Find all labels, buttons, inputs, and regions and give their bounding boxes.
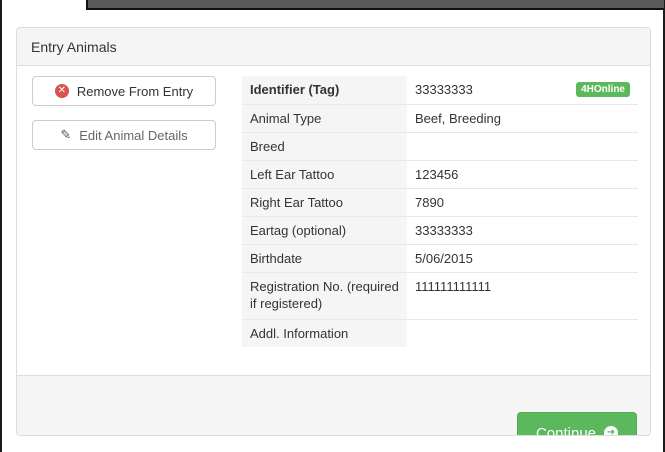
row-label: Registration No. (required if registered… (242, 271, 407, 319)
row-value: 7890 (407, 187, 638, 216)
row-value (407, 131, 638, 160)
table-row: Breed (242, 131, 638, 160)
table-row: Registration No. (required if registered… (242, 271, 638, 319)
row-label: Birthdate (242, 243, 407, 272)
table-row: Animal Type Beef, Breeding (242, 103, 638, 132)
row-label: Left Ear Tattoo (242, 159, 407, 188)
row-value (407, 318, 638, 347)
table-row: Identifier (Tag) 33333333 4HOnline (242, 76, 638, 104)
row-label: Right Ear Tattoo (242, 187, 407, 216)
panel-title: Entry Animals (17, 28, 650, 66)
row-label: Eartag (optional) (242, 215, 407, 244)
remove-button-label: Remove From Entry (76, 83, 194, 99)
animal-details-table: Identifier (Tag) 33333333 4HOnline Anima… (242, 76, 638, 347)
arrow-circle-right-icon: ➜ (604, 426, 619, 435)
row-value-cell: 33333333 4HOnline (407, 76, 638, 104)
row-value: 111111111111 (407, 271, 638, 319)
row-value: 123456 (407, 159, 638, 188)
remove-from-entry-button[interactable]: ✕ Remove From Entry (32, 76, 216, 106)
window-border-left (0, 0, 2, 452)
table-row: Right Ear Tattoo 7890 (242, 187, 638, 216)
entry-animals-panel: Entry Animals ✕ Remove From Entry ✎ Edit… (16, 27, 651, 436)
row-value: 33333333 (407, 215, 638, 244)
table-row: Addl. Information (242, 318, 638, 347)
row-label: Animal Type (242, 103, 407, 132)
table-row: Birthdate 5/06/2015 (242, 243, 638, 272)
row-value: 33333333 (415, 82, 473, 97)
row-value: 5/06/2015 (407, 243, 638, 272)
table-row: Eartag (optional) 33333333 (242, 215, 638, 244)
table-row: Left Ear Tattoo 123456 (242, 159, 638, 188)
row-label: Breed (242, 131, 407, 160)
edit-animal-details-button[interactable]: ✎ Edit Animal Details (32, 120, 216, 150)
edit-button-label: Edit Animal Details (79, 127, 188, 143)
continue-button-label: Continue (535, 424, 597, 436)
continue-button[interactable]: Continue ➜ (517, 412, 637, 436)
row-value: Beef, Breeding (407, 103, 638, 132)
row-label: Identifier (Tag) (242, 76, 407, 104)
panel-footer: Continue ➜ (17, 375, 650, 436)
overlay-top-bar (86, 0, 664, 10)
source-badge: 4HOnline (576, 82, 630, 97)
pencil-icon: ✎ (60, 127, 72, 143)
times-circle-icon: ✕ (54, 84, 69, 98)
row-label: Addl. Information (242, 318, 407, 347)
